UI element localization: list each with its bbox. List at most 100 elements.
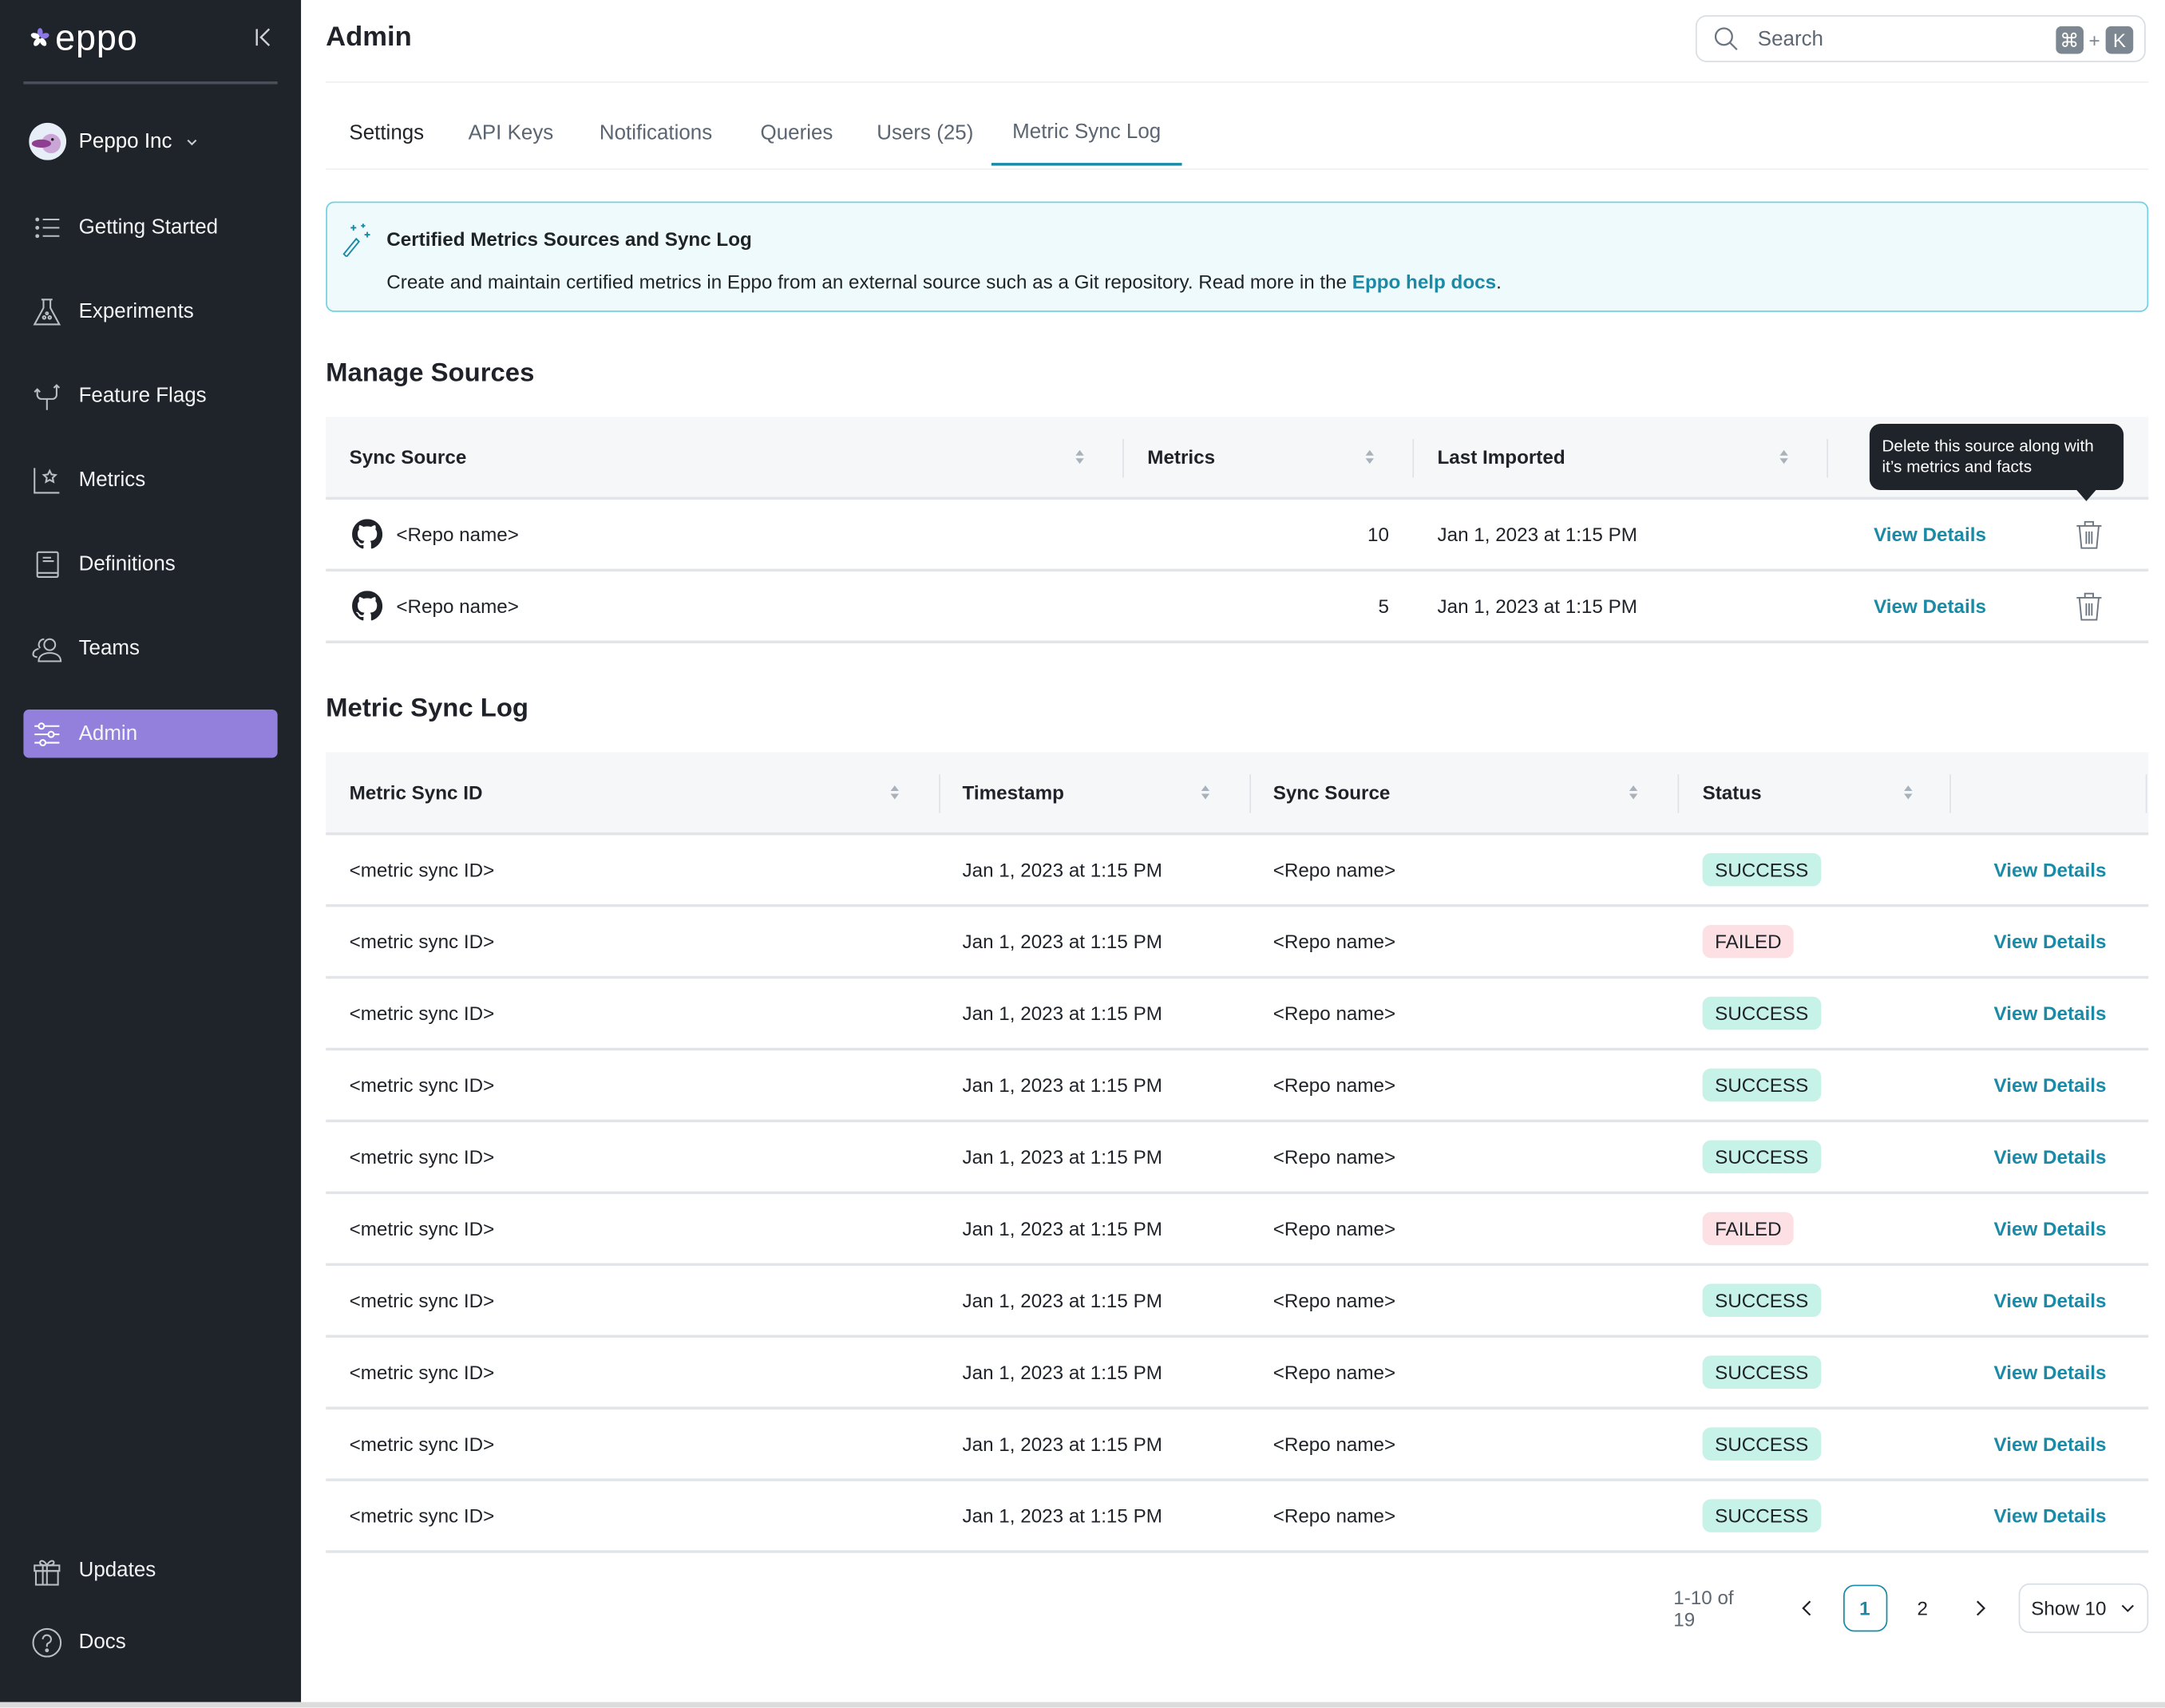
sort-icon[interactable] (1364, 449, 1375, 465)
column-label: Status (1702, 781, 1762, 804)
sort-icon[interactable] (1902, 784, 1914, 801)
column-header-sync-source[interactable]: Sync Source (1273, 753, 1674, 832)
next-page-button[interactable] (1958, 1585, 2002, 1632)
metric-sync-id: <metric sync ID> (349, 1002, 495, 1025)
github-icon (352, 519, 383, 549)
horizontal-scrollbar[interactable] (0, 1702, 2165, 1708)
column-header-status[interactable]: Status (1703, 753, 1951, 832)
table-row: <Repo name> 10 Jan 1, 2023 at 1:15 PM Vi… (326, 500, 2149, 572)
metric-sync-id: <metric sync ID> (349, 1145, 495, 1168)
view-details-link[interactable]: View Details (1994, 907, 2107, 975)
chevron-down-icon (2122, 1604, 2135, 1612)
collapse-sidebar-button[interactable] (251, 25, 276, 49)
org-switcher[interactable]: Peppo Inc (29, 122, 198, 160)
timestamp: Jan 1, 2023 at 1:15 PM (962, 1289, 1162, 1312)
search-shortcut: ⌘ + K (2056, 26, 2134, 54)
search-box[interactable]: ⌘ + K (1695, 15, 2146, 62)
previous-page-button[interactable] (1785, 1585, 1829, 1632)
sync-log-rows: <metric sync ID> Jan 1, 2023 at 1:15 PM <R… (326, 835, 2149, 1553)
callout-suffix: . (1496, 271, 1502, 293)
tab-notifications[interactable]: Notifications (580, 100, 731, 166)
column-header-last-imported[interactable]: Last Imported (1438, 417, 1824, 496)
help-docs-link[interactable]: Eppo help docs (1352, 271, 1496, 293)
app-root: eppo Peppo Inc Getting Started Experimen… (0, 0, 2165, 1708)
sort-icon[interactable] (1075, 449, 1086, 465)
tab-metric-sync-log[interactable]: Metric Sync Log (991, 100, 1182, 166)
page-2-button[interactable]: 2 (1901, 1585, 1945, 1632)
column-label: Last Imported (1437, 445, 1565, 469)
sidebar-item-metrics[interactable]: Metrics (23, 456, 277, 504)
sidebar-item-getting-started[interactable]: Getting Started (23, 203, 277, 251)
sync-log-table: Metric Sync ID Timestamp Sync Source Sta… (326, 752, 2149, 1553)
column-header-sync-source[interactable]: Sync Source (350, 417, 1123, 496)
org-name: Peppo Inc (78, 129, 172, 153)
trash-icon (2076, 520, 2102, 549)
page-1-button[interactable]: 1 (1842, 1584, 1887, 1632)
sidebar-item-feature-flags[interactable]: Feature Flags (23, 371, 277, 420)
column-header-metrics[interactable]: Metrics (1147, 417, 1410, 496)
view-details-link[interactable]: View Details (1994, 835, 2107, 903)
table-row: <Repo name> 5 Jan 1, 2023 at 1:15 PM Vie… (326, 571, 2149, 643)
sort-icon[interactable] (1628, 784, 1639, 801)
sidebar-item-admin[interactable]: Admin (23, 710, 278, 758)
timestamp: Jan 1, 2023 at 1:15 PM (962, 1361, 1162, 1384)
tab-api-keys[interactable]: API Keys (453, 100, 568, 166)
table-row: <metric sync ID> Jan 1, 2023 at 1:15 PM <R… (326, 1481, 2149, 1553)
sync-source: <Repo name> (1272, 930, 1396, 953)
sidebar-item-label: Metrics (78, 468, 146, 492)
admin-tabs: Settings API Keys Notifications Queries … (326, 100, 2149, 170)
tab-users[interactable]: Users (25) (861, 100, 988, 166)
eppo-flower-icon (30, 28, 49, 46)
callout-body: Create and maintain certified metrics in… (386, 271, 1502, 293)
status-badge: SUCCESS (1702, 996, 1821, 1030)
chart-star-icon (32, 465, 62, 495)
delete-source-button[interactable] (2076, 571, 2104, 640)
sync-source: <Repo name> (1272, 1361, 1396, 1384)
sort-icon[interactable] (1200, 784, 1211, 801)
sidebar-item-teams[interactable]: Teams (23, 624, 277, 673)
view-details-link[interactable]: View Details (1994, 1050, 2107, 1119)
view-details-link[interactable]: View Details (1874, 571, 1986, 640)
chevron-down-icon (186, 138, 196, 145)
sidebar-item-experiments[interactable]: Experiments (23, 287, 277, 336)
chevron-right-icon (1977, 1600, 1986, 1616)
table-row: <metric sync ID> Jan 1, 2023 at 1:15 PM <R… (326, 979, 2149, 1051)
view-details-link[interactable]: View Details (1994, 1409, 2107, 1478)
view-details-link[interactable]: View Details (1994, 1122, 2107, 1191)
tab-settings[interactable]: Settings (326, 100, 447, 166)
view-details-link[interactable]: View Details (1994, 1481, 2107, 1550)
repo-name: <Repo name> (396, 523, 519, 546)
view-details-link[interactable]: View Details (1994, 1194, 2107, 1263)
eppo-logo[interactable]: eppo (30, 17, 138, 58)
status-badge: SUCCESS (1702, 1283, 1821, 1318)
sort-icon[interactable] (889, 784, 900, 801)
metric-sync-id: <metric sync ID> (349, 930, 495, 953)
sync-source-cell: <Repo name> (352, 571, 519, 640)
sidebar-item-updates[interactable]: Updates (23, 1546, 277, 1595)
metric-sync-id: <metric sync ID> (349, 1217, 495, 1240)
status-badge: SUCCESS (1702, 1499, 1821, 1532)
view-details-link[interactable]: View Details (1874, 500, 1986, 568)
column-header-metric-sync-id[interactable]: Metric Sync ID (350, 753, 936, 832)
sort-icon[interactable] (1779, 449, 1790, 465)
sidebar-item-label: Experiments (78, 299, 194, 323)
timestamp: Jan 1, 2023 at 1:15 PM (962, 930, 1162, 953)
sync-log-title: Metric Sync Log (326, 694, 529, 724)
view-details-link[interactable]: View Details (1994, 979, 2107, 1047)
sidebar-divider (23, 81, 278, 85)
metric-sync-id: <metric sync ID> (349, 858, 495, 881)
search-input[interactable] (1755, 25, 2037, 52)
page-size-select[interactable]: Show 10 (2018, 1583, 2149, 1634)
sidebar-item-definitions[interactable]: Definitions (23, 540, 277, 588)
sidebar-item-label: Docs (78, 1630, 126, 1655)
status-badge: SUCCESS (1702, 1355, 1821, 1389)
table-row: <metric sync ID> Jan 1, 2023 at 1:15 PM <R… (326, 1409, 2149, 1481)
view-details-link[interactable]: View Details (1994, 1338, 2107, 1406)
delete-tooltip: Delete this source along with it’s metri… (1869, 423, 2124, 501)
view-details-link[interactable]: View Details (1994, 1266, 2107, 1334)
column-header-timestamp[interactable]: Timestamp (963, 753, 1253, 832)
sidebar-item-docs[interactable]: Docs (23, 1618, 277, 1666)
delete-source-button[interactable] (2076, 500, 2104, 568)
tab-queries[interactable]: Queries (743, 100, 851, 166)
shortcut-plus: + (2088, 29, 2100, 51)
